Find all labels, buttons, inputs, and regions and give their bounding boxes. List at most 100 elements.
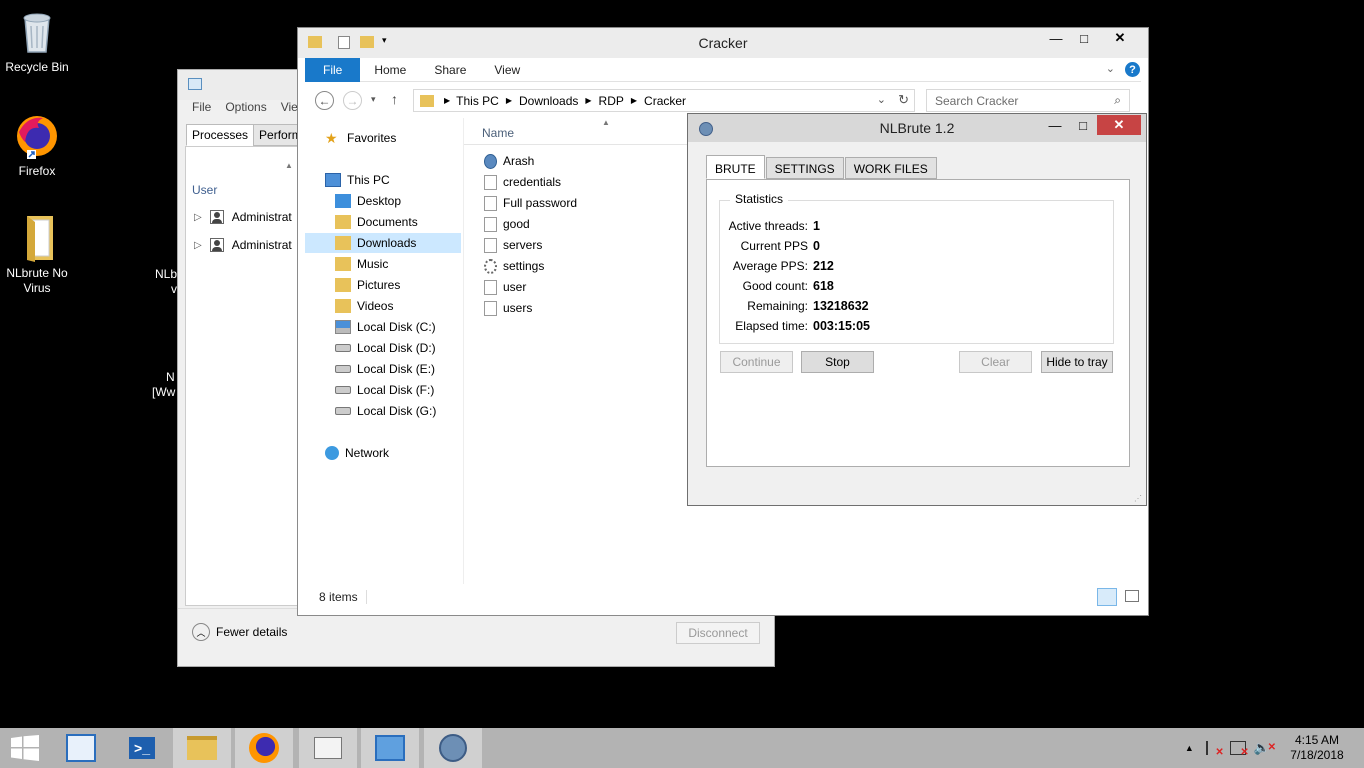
nav-item-music[interactable]: Music — [335, 254, 388, 274]
large-icons-view-icon[interactable] — [1125, 590, 1139, 602]
ribbon-tab-share[interactable]: Share — [420, 58, 480, 82]
tab-work-files[interactable]: WORK FILES — [844, 157, 937, 179]
desktop-icon-recycle-bin[interactable]: Recycle Bin — [0, 8, 74, 75]
tab-brute[interactable]: BRUTE — [706, 155, 765, 179]
list-item-credentials[interactable]: credentials — [484, 172, 561, 192]
nav-item-local-disk-f[interactable]: Local Disk (F:) — [335, 380, 434, 400]
taskbar-task-manager[interactable] — [361, 728, 419, 768]
drive-icon — [335, 407, 351, 415]
resize-grip-icon[interactable]: ⋰ — [1134, 494, 1142, 503]
stat-good-count: Good count: 618 — [720, 277, 834, 295]
table-row[interactable]: ▷ Administrat — [194, 235, 292, 255]
desktop-icon-firefox[interactable]: Firefox — [0, 112, 74, 179]
drive-icon — [335, 386, 351, 394]
stop-button[interactable]: Stop — [801, 351, 874, 373]
taskbar-file-explorer[interactable] — [173, 728, 231, 768]
ribbon-expand-icon[interactable]: ⌄ — [1106, 62, 1115, 75]
list-item-good[interactable]: good — [484, 214, 530, 234]
nlbrute-tabs: BRUTE SETTINGS WORK FILES — [706, 155, 938, 179]
clock[interactable]: 4:15 AM 7/18/2018 — [1284, 733, 1350, 763]
nav-item-network[interactable]: Network — [325, 443, 389, 463]
ribbon-tab-home[interactable]: Home — [360, 58, 420, 82]
explorer-titlebar[interactable]: ▾ Cracker — □ ✕ — [298, 28, 1148, 58]
nav-item-documents[interactable]: Documents — [335, 212, 418, 232]
nav-item-local-disk-d[interactable]: Local Disk (D:) — [335, 338, 436, 358]
clear-button[interactable]: Clear — [959, 351, 1032, 373]
text-file-icon — [484, 300, 497, 316]
stat-value: 1 — [813, 219, 820, 233]
file-name: Full password — [503, 196, 578, 210]
back-icon[interactable]: ← — [315, 91, 334, 110]
close-icon[interactable]: ✕ — [1097, 115, 1141, 135]
column-header-user[interactable]: User — [192, 183, 217, 197]
search-input[interactable]: Search Cracker ⌕ — [926, 89, 1130, 112]
close-icon[interactable]: ✕ — [1106, 28, 1134, 48]
list-item-arash[interactable]: Arash — [484, 151, 534, 171]
list-item-servers[interactable]: servers — [484, 235, 542, 255]
taskbar-nlbrute[interactable] — [424, 728, 482, 768]
taskbar-powershell[interactable]: >_ — [113, 728, 171, 768]
tab-processes[interactable]: Processes — [186, 124, 255, 146]
address-bar[interactable]: ▶ This PC ▶ Downloads ▶ RDP ▶ Cracker ⌄ … — [413, 89, 915, 112]
disconnect-button[interactable]: Disconnect — [676, 622, 760, 644]
desktop-icon-nlbrute-folder[interactable]: NLbrute No Virus — [0, 214, 74, 296]
ribbon-tab-file[interactable]: File — [305, 57, 361, 82]
nav-item-local-disk-g[interactable]: Local Disk (G:) — [335, 401, 436, 421]
stat-label: Current PPS — [740, 239, 808, 253]
ribbon-tab-view[interactable]: View — [480, 58, 534, 82]
breadcrumb-downloads[interactable]: Downloads — [519, 94, 578, 108]
nav-item-favorites[interactable]: ★ Favorites — [325, 128, 396, 148]
nav-item-videos[interactable]: Videos — [335, 296, 393, 316]
help-icon[interactable]: ? — [1125, 62, 1140, 77]
table-row[interactable]: ▷ Administrat — [194, 207, 292, 227]
nav-item-pictures[interactable]: Pictures — [335, 275, 400, 295]
row-label: Administrat — [231, 210, 292, 224]
nav-item-label: Network — [345, 446, 390, 460]
minimize-icon[interactable]: — — [1041, 115, 1069, 135]
refresh-icon[interactable]: ↻ — [898, 92, 909, 108]
breadcrumb-rdp[interactable]: RDP — [599, 94, 624, 108]
list-item-users[interactable]: users — [484, 298, 532, 318]
volume-muted-icon[interactable]: 🔈 ✕ — [1254, 740, 1276, 756]
task-manager-icon — [188, 78, 202, 90]
list-item-settings[interactable]: settings — [484, 256, 544, 276]
hide-to-tray-button[interactable]: Hide to tray — [1041, 351, 1113, 373]
show-hidden-icons-icon[interactable]: ▲ — [1185, 743, 1194, 753]
breadcrumb-this-pc[interactable]: This PC — [456, 94, 499, 108]
taskbar-server-manager[interactable] — [52, 728, 110, 768]
minimize-icon[interactable]: — — [1042, 28, 1070, 48]
list-item-user[interactable]: user — [484, 277, 526, 297]
breadcrumb-cracker[interactable]: Cracker — [644, 94, 686, 108]
list-item-full-password[interactable]: Full password — [484, 193, 577, 213]
nav-item-downloads[interactable]: Downloads — [305, 233, 461, 253]
menu-file[interactable]: File — [184, 100, 211, 120]
recent-dropdown-icon[interactable]: ▾ — [371, 94, 376, 105]
flag-icon[interactable]: ✕ — [1205, 741, 1224, 758]
forward-icon[interactable]: → — [343, 91, 362, 110]
nlbrute-titlebar[interactable]: NLBrute 1.2 — □ ✕ — [688, 114, 1146, 142]
maximize-icon[interactable]: □ — [1069, 115, 1097, 135]
expand-chevron-icon[interactable]: ▷ — [194, 212, 202, 223]
details-view-icon[interactable] — [1097, 588, 1117, 606]
start-button[interactable] — [0, 728, 50, 768]
continue-button[interactable]: Continue — [720, 351, 793, 373]
network-status-icon[interactable]: ✕ — [1229, 741, 1249, 758]
address-dropdown-icon[interactable]: ⌄ — [877, 93, 886, 106]
fewer-details-label: Fewer details — [216, 625, 288, 639]
expand-chevron-icon[interactable]: ▷ — [194, 240, 202, 251]
chevron-right-icon: ▶ — [505, 96, 512, 105]
menu-options[interactable]: Options — [225, 100, 266, 120]
fewer-details-button[interactable]: ︿ Fewer details — [192, 623, 287, 641]
nav-item-this-pc[interactable]: This PC — [325, 170, 390, 190]
up-icon[interactable]: ↑ — [391, 91, 398, 107]
desktop-partial-label: N — [166, 370, 175, 384]
maximize-icon[interactable]: □ — [1070, 28, 1098, 48]
nav-item-desktop[interactable]: Desktop — [335, 191, 401, 211]
nav-item-local-disk-e[interactable]: Local Disk (E:) — [335, 359, 435, 379]
taskbar-firefox[interactable] — [235, 728, 293, 768]
column-header-name[interactable]: Name — [482, 126, 514, 140]
firefox-icon — [249, 733, 279, 763]
tab-settings[interactable]: SETTINGS — [765, 157, 844, 179]
taskbar-performance-monitor[interactable] — [299, 728, 357, 768]
nav-item-local-disk-c[interactable]: Local Disk (C:) — [335, 317, 436, 337]
